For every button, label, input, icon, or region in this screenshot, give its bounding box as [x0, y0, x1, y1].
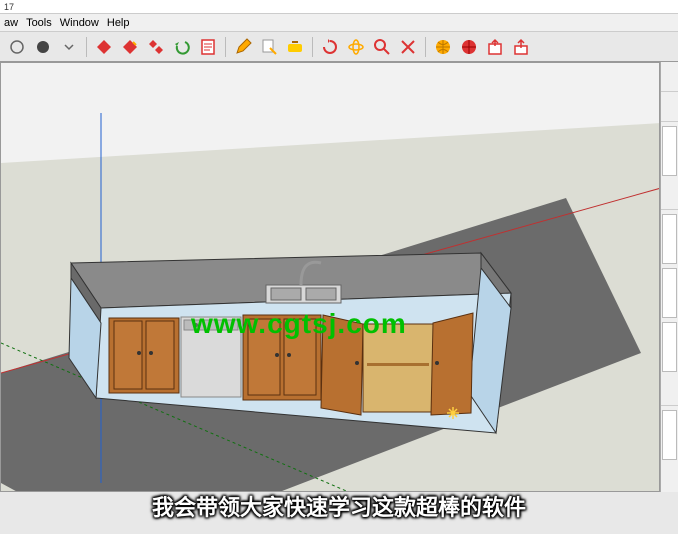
watermark-text: www.cgtsj.com — [191, 308, 407, 340]
dropdown-icon[interactable] — [58, 36, 80, 58]
toolbar-separator — [312, 37, 313, 57]
orbit-icon[interactable] — [345, 36, 367, 58]
panel-box[interactable] — [662, 410, 677, 460]
document-icon[interactable] — [197, 36, 219, 58]
menu-tools[interactable]: Tools — [26, 17, 52, 29]
menu-help[interactable]: Help — [107, 17, 130, 29]
panel-box[interactable] — [662, 126, 677, 176]
video-subtitle: 我会带领大家快速学习这款超棒的软件 — [152, 490, 526, 522]
export-icon[interactable] — [484, 36, 506, 58]
zoom-extents-icon[interactable] — [397, 36, 419, 58]
menu-window[interactable]: Window — [60, 17, 99, 29]
diamond-edit-icon[interactable] — [119, 36, 141, 58]
panel-tab[interactable] — [661, 376, 678, 406]
right-panel — [660, 62, 678, 492]
globe-red-icon[interactable] — [458, 36, 480, 58]
scene-svg — [1, 63, 659, 491]
highlighter-icon[interactable] — [284, 36, 306, 58]
title-bar: 17 — [0, 0, 678, 14]
zoom-icon[interactable] — [371, 36, 393, 58]
diamond-multi-icon[interactable] — [145, 36, 167, 58]
3d-viewport[interactable]: www.cgtsj.com — [0, 62, 660, 492]
open-file-icon[interactable] — [32, 36, 54, 58]
globe-icon[interactable] — [432, 36, 454, 58]
pencil-icon[interactable] — [232, 36, 254, 58]
panel-box[interactable] — [662, 268, 677, 318]
menu-draw[interactable]: aw — [4, 17, 18, 29]
diamond-red-icon[interactable] — [93, 36, 115, 58]
new-file-icon[interactable] — [6, 36, 28, 58]
upload-icon[interactable] — [510, 36, 532, 58]
panel-tab[interactable] — [661, 180, 678, 210]
main-toolbar — [0, 32, 678, 62]
toolbar-separator — [86, 37, 87, 57]
undo-icon[interactable] — [171, 36, 193, 58]
toolbar-separator — [425, 37, 426, 57]
title-text: 17 — [4, 2, 14, 12]
panel-box[interactable] — [662, 214, 677, 264]
toolbar-separator — [225, 37, 226, 57]
menu-bar: aw Tools Window Help — [0, 14, 678, 32]
page-edit-icon[interactable] — [258, 36, 280, 58]
panel-tab[interactable] — [661, 62, 678, 92]
rotate-icon[interactable] — [319, 36, 341, 58]
panel-tab[interactable] — [661, 92, 678, 122]
panel-box[interactable] — [662, 322, 677, 372]
